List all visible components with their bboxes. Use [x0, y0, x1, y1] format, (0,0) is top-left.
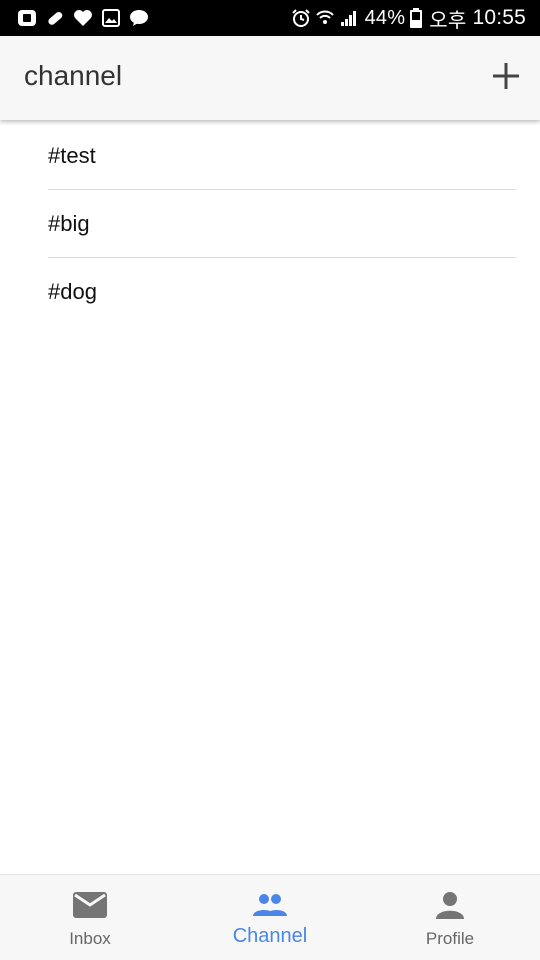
nav-item-inbox[interactable]: Inbox — [0, 875, 180, 960]
nav-label-inbox: Inbox — [69, 929, 111, 948]
system-status: 44% 오후 10:55 — [287, 4, 526, 33]
add-channel-button[interactable] — [488, 58, 524, 94]
nav-label-profile: Profile — [425, 929, 475, 948]
plus-icon — [493, 63, 519, 89]
group-icon — [250, 889, 290, 921]
gallery-icon — [100, 7, 122, 29]
notification-icons — [16, 7, 156, 29]
nav-item-channel[interactable]: Channel — [180, 875, 360, 960]
ampm-text: 오후 — [429, 9, 467, 32]
signal-icon — [339, 8, 359, 28]
pill-icon — [44, 7, 66, 29]
clock-time: 10:55 — [472, 6, 526, 29]
person-icon — [430, 889, 470, 921]
channel-name: #big — [48, 210, 90, 236]
battery-icon — [409, 7, 423, 29]
page-title: channel — [24, 60, 123, 91]
channel-name: #dog — [48, 279, 97, 304]
battery-percent: 44% — [364, 6, 406, 29]
channel-name: #test — [48, 142, 96, 168]
screen: 44% 오후 10:55 channel #test #big #dog Inb… — [0, 0, 540, 960]
heart-icon — [72, 7, 94, 29]
mail-icon — [70, 889, 110, 921]
app-bar: channel — [0, 36, 540, 120]
nav-item-profile[interactable]: Profile — [360, 875, 540, 960]
talk-icon — [128, 7, 150, 29]
bottom-nav: Inbox Channel Profile — [0, 874, 540, 960]
channel-item-dog[interactable]: #dog — [48, 258, 516, 326]
wifi-icon — [315, 8, 335, 28]
alarm-icon — [291, 8, 311, 28]
channel-item-test[interactable]: #test — [48, 122, 516, 190]
channel-list: #test #big #dog — [48, 122, 516, 326]
nav-label-channel: Channel — [232, 925, 308, 947]
channel-item-big[interactable]: #big — [48, 190, 516, 258]
app-badge-icon — [16, 7, 38, 29]
status-bar: 44% 오후 10:55 — [0, 0, 540, 36]
